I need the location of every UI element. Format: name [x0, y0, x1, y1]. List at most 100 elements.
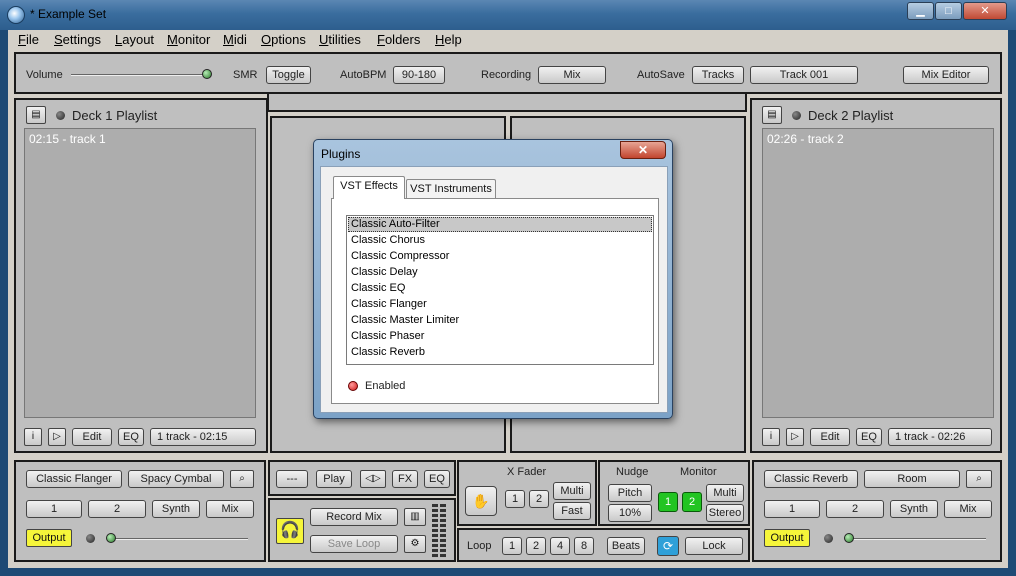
fx1-synth-button[interactable]: Synth: [152, 500, 200, 518]
transport-play-button[interactable]: Play: [316, 470, 352, 488]
loop-4-button[interactable]: 4: [550, 537, 570, 555]
fx1-knob[interactable]: [106, 533, 116, 543]
plugin-item[interactable]: Classic Master Limiter: [351, 314, 459, 326]
menu-midi[interactable]: Midi: [223, 32, 247, 47]
plugin-item[interactable]: Classic EQ: [351, 282, 405, 294]
transport-eq-button[interactable]: EQ: [424, 470, 450, 488]
transport-arrows-icon[interactable]: ◁▷: [360, 470, 386, 488]
autosave-button[interactable]: Tracks: [692, 66, 744, 84]
volume-slider[interactable]: [71, 74, 211, 76]
tab-vst-effects[interactable]: VST Effects: [333, 176, 405, 199]
deck2-info-icon[interactable]: i: [762, 428, 780, 446]
autobpm-button[interactable]: 90-180: [393, 66, 445, 84]
fx2-synth-button[interactable]: Synth: [890, 500, 938, 518]
plugins-dialog: Plugins ✕ VST Effects VST Instruments Cl…: [313, 139, 673, 419]
xfader-multi-button[interactable]: Multi: [553, 482, 591, 500]
plugin-item[interactable]: Classic Chorus: [351, 234, 425, 246]
deck1-playlist[interactable]: 02:15 - track 1: [24, 128, 256, 418]
hand-icon[interactable]: ✋: [465, 486, 497, 516]
deck1-notes-icon[interactable]: ▤: [26, 106, 46, 124]
pause-icon[interactable]: ▥: [404, 508, 426, 526]
fx1-effect1-button[interactable]: Classic Flanger: [26, 470, 122, 488]
fx2-search-icon[interactable]: ⌕: [966, 470, 992, 488]
deck2-play-icon[interactable]: ▷: [786, 428, 804, 446]
xfader-button-2[interactable]: 2: [529, 490, 549, 508]
pitch-percent-button[interactable]: 10%: [608, 504, 652, 522]
settings-icon[interactable]: ⚙: [404, 535, 426, 553]
deck2-edit-button[interactable]: Edit: [810, 428, 850, 446]
volume-knob[interactable]: [201, 69, 212, 79]
enabled-led-icon[interactable]: [348, 381, 358, 391]
menu-folders[interactable]: Folders: [377, 32, 420, 47]
fx1-button-1[interactable]: 1: [26, 500, 82, 518]
close-button[interactable]: ✕: [963, 2, 1007, 20]
transport-panel: --- Play ◁▷ FX EQ: [268, 460, 456, 496]
plugin-item[interactable]: Classic Delay: [351, 266, 418, 278]
fx1-effect2-button[interactable]: Spacy Cymbal: [128, 470, 224, 488]
monitor-button-1[interactable]: 1: [658, 492, 678, 512]
fx1-output-button[interactable]: Output: [26, 529, 72, 547]
toggle-button[interactable]: Toggle: [266, 66, 311, 84]
top-controls: Volume SMR Toggle AutoBPM 90-180 Recordi…: [14, 52, 1002, 94]
deck1-track[interactable]: 02:15 - track 1: [29, 132, 106, 146]
fx2-output-button[interactable]: Output: [764, 529, 810, 547]
lock-button[interactable]: Lock: [685, 537, 743, 555]
fx2-mix-button[interactable]: Mix: [944, 500, 992, 518]
plugin-item[interactable]: Classic Reverb: [351, 346, 425, 358]
plugin-item[interactable]: Classic Flanger: [351, 298, 427, 310]
save-loop-button[interactable]: Save Loop: [310, 535, 398, 553]
loop-1-button[interactable]: 1: [502, 537, 522, 555]
fx1-slider[interactable]: [108, 538, 248, 540]
plugin-list[interactable]: Classic Auto-Filter Classic Chorus Class…: [346, 215, 654, 365]
headphones-icon[interactable]: 🎧: [276, 518, 304, 544]
deck1-eq-button[interactable]: EQ: [118, 428, 144, 446]
dialog-close-button[interactable]: ✕: [620, 141, 666, 159]
plugin-item[interactable]: Classic Phaser: [351, 330, 424, 342]
app-icon[interactable]: [7, 6, 25, 24]
tab-vst-instruments[interactable]: VST Instruments: [406, 179, 496, 200]
fx2-button-1[interactable]: 1: [764, 500, 820, 518]
deck1-play-icon[interactable]: ▷: [48, 428, 66, 446]
fx2-button-2[interactable]: 2: [826, 500, 884, 518]
deck2-track[interactable]: 02:26 - track 2: [767, 132, 844, 146]
maximize-button[interactable]: □: [935, 2, 962, 20]
pitch-button[interactable]: Pitch: [608, 484, 652, 502]
transport-fx-button[interactable]: FX: [392, 470, 418, 488]
mix-editor-button[interactable]: Mix Editor: [903, 66, 989, 84]
loop-2-button[interactable]: 2: [526, 537, 546, 555]
deck2-playlist[interactable]: 02:26 - track 2: [762, 128, 994, 418]
track-name-button[interactable]: Track 001: [750, 66, 858, 84]
sync-icon[interactable]: ⟳: [657, 536, 679, 556]
xfader-button-1[interactable]: 1: [505, 490, 525, 508]
monitor-button-2[interactable]: 2: [682, 492, 702, 512]
transport-dash-button[interactable]: ---: [276, 470, 308, 488]
monitor-stereo-button[interactable]: Stereo: [706, 504, 744, 522]
fx2-effect2-button[interactable]: Room: [864, 470, 960, 488]
menu-layout[interactable]: Layout: [115, 32, 154, 47]
beats-button[interactable]: Beats: [607, 537, 645, 555]
xfader-fast-button[interactable]: Fast: [553, 502, 591, 520]
fx1-button-2[interactable]: 2: [88, 500, 146, 518]
menu-utilities[interactable]: Utilities: [319, 32, 361, 47]
monitor-multi-button[interactable]: Multi: [706, 484, 744, 502]
fx2-effect1-button[interactable]: Classic Reverb: [764, 470, 858, 488]
recording-button[interactable]: Mix: [538, 66, 606, 84]
menu-monitor[interactable]: Monitor: [167, 32, 210, 47]
deck1-edit-button[interactable]: Edit: [72, 428, 112, 446]
fx2-slider[interactable]: [846, 538, 986, 540]
fx2-knob[interactable]: [844, 533, 854, 543]
menu-help[interactable]: Help: [435, 32, 462, 47]
menu-file[interactable]: File: [18, 32, 39, 47]
fx1-mix-button[interactable]: Mix: [206, 500, 254, 518]
minimize-button[interactable]: ▁: [907, 2, 934, 20]
loop-8-button[interactable]: 8: [574, 537, 594, 555]
deck2-eq-button[interactable]: EQ: [856, 428, 882, 446]
menu-options[interactable]: Options: [261, 32, 306, 47]
deck1-info-icon[interactable]: i: [24, 428, 42, 446]
deck2-notes-icon[interactable]: ▤: [762, 106, 782, 124]
menu-settings[interactable]: Settings: [54, 32, 101, 47]
fx1-search-icon[interactable]: ⌕: [230, 470, 254, 488]
plugin-item[interactable]: Classic Auto-Filter: [351, 218, 440, 230]
record-mix-button[interactable]: Record Mix: [310, 508, 398, 526]
plugin-item[interactable]: Classic Compressor: [351, 250, 449, 262]
